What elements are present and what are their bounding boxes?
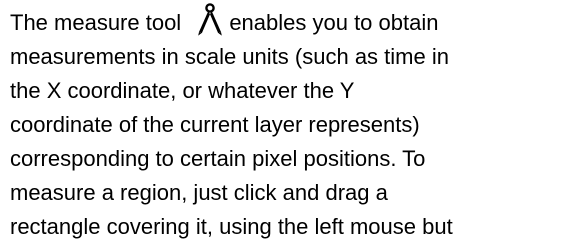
text-line-1-after-icon: enables you to obtain xyxy=(229,10,439,35)
text-line-7: rectangle covering it, using the left mo… xyxy=(10,214,453,239)
text-line-4: coordinate of the current layer represen… xyxy=(10,112,420,137)
text-line-1: The measure tool enables you to obtain xyxy=(10,3,570,40)
text-line-1-before-icon: The measure tool xyxy=(10,10,188,35)
help-text-document: The measure tool enables you to obtain m… xyxy=(10,3,570,244)
text-line-2: measurements in scale units (such as tim… xyxy=(10,44,449,69)
measure-tool-compass-icon xyxy=(195,2,225,36)
text-line-5: corresponding to certain pixel positions… xyxy=(10,146,426,171)
text-line-6: measure a region, just click and drag a xyxy=(10,180,388,205)
text-line-3: the X coordinate, or whatever the Y xyxy=(10,78,355,103)
